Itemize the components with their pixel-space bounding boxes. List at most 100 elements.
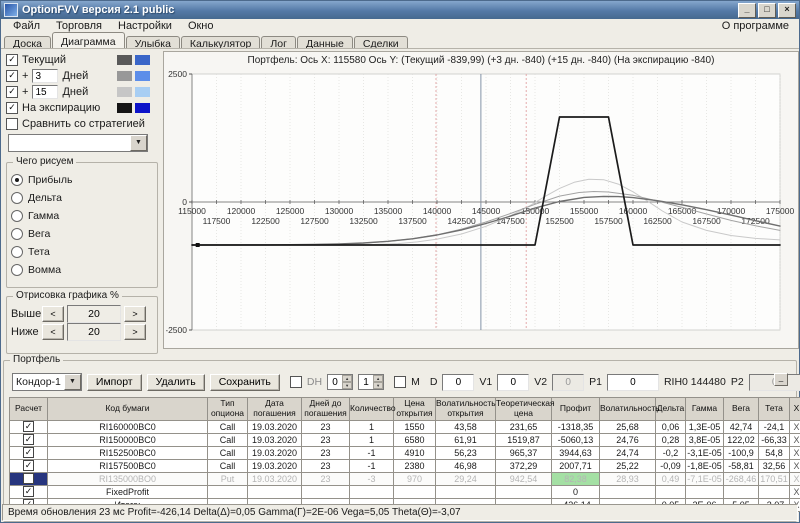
svg-text:140000: 140000 [423,206,452,216]
dh-spinner-1-value[interactable] [328,375,343,389]
position-cell [655,484,686,499]
v1-input[interactable] [497,373,530,391]
collapse-button[interactable]: _ [774,373,788,386]
column-header: Теоретическая цена [495,397,555,421]
row-close-button[interactable]: X [789,419,800,434]
compare-row: Сравнить со стратегией [6,116,158,132]
position-cell: -1 [349,458,394,473]
svg-text:115000: 115000 [178,206,206,216]
dh-spinner-2[interactable] [358,374,385,390]
position-cell: 231,65 [495,419,552,434]
p1-input[interactable] [606,373,659,391]
plus15-checkbox[interactable]: ✓ [6,86,18,98]
chevron-down-icon[interactable]: ▼ [130,135,147,151]
profit-cell: -1318,35 [551,419,600,434]
compare-strategy-checkbox[interactable] [6,118,18,130]
position-cell: 19.03.2020 [247,445,302,460]
minimize-button[interactable]: _ [738,2,756,18]
position-cell [685,484,724,499]
row-calc-checkbox[interactable]: ✓ [23,421,34,433]
render-groupbox: Отрисовка графика % Выше < > Ниже < > [6,290,158,354]
position-cell: 965,37 [495,445,552,460]
delete-button[interactable]: Удалить [146,373,205,391]
column-header: Расчет [9,397,48,421]
spinner-arrows-icon[interactable] [342,375,353,389]
d-input[interactable] [442,373,475,391]
position-cell: 61,91 [435,432,496,447]
below-decrease-button[interactable]: < [42,324,64,340]
above-increase-button[interactable]: > [124,306,146,322]
portfolio-select[interactable]: Кондор-1 ▼ [12,373,82,391]
profit-chart[interactable]: 25000-2500115000 120000 125000 130000 135000… [166,68,796,344]
import-button[interactable]: Импорт [86,373,142,391]
draw-option-radio[interactable] [11,246,23,258]
draw-option-label: Прибыль [28,174,73,186]
strategy-select[interactable]: ▼ [8,134,148,152]
plus3-days-input[interactable] [32,69,59,83]
position-cell: Put [207,471,248,486]
svg-text:147500: 147500 [496,216,525,226]
draw-option-row: Вомма [11,261,153,279]
portfolio-select-value: Кондор-1 [16,376,61,388]
current-checkbox[interactable]: ✓ [6,54,18,66]
v2-input[interactable] [552,373,585,391]
position-row: ✓ RI157500BC0 Call 19.03.2020 23 -1 2380 46,98 3… [9,458,800,473]
positions-head-row: Расчет Код бумаги Тип опциона Дата погашения Д… [9,397,800,421]
row-close-button[interactable]: X [789,445,800,460]
above-decrease-button[interactable]: < [42,306,64,322]
draw-options: Прибыль Дельта Гамма Вега Тета Вомма [11,171,153,279]
menu-item[interactable]: Настройки [110,20,180,32]
row-close-button[interactable]: X [789,484,800,499]
v2-label: V2 [534,376,548,388]
row-calc-checkbox[interactable]: ✓ [23,486,34,498]
row-calc-checkbox[interactable]: ✓ [23,434,34,446]
save-button[interactable]: Сохранить [209,373,280,391]
row-close-button[interactable]: X [789,458,800,473]
close-button[interactable]: × [778,2,796,18]
expiration-checkbox[interactable]: ✓ [6,102,18,114]
row-close-button[interactable]: X [789,471,800,486]
draw-option-radio[interactable] [11,174,23,186]
draw-option-radio[interactable] [11,264,23,276]
m-checkbox[interactable] [394,376,407,388]
menu-item[interactable]: Торговля [48,20,110,32]
chevron-down-icon[interactable]: ▼ [63,374,81,390]
below-increase-button[interactable]: > [124,324,146,340]
column-header: Вега [723,397,759,421]
row-close-button[interactable]: X [789,432,800,447]
portfolio-group-title: Портфель [10,354,64,365]
position-cell: -24,1 [758,419,790,434]
profit-cell: 82,38 [551,471,600,486]
maximize-button[interactable]: □ [758,2,776,18]
below-percent-input[interactable] [67,323,121,341]
plus15-days-input[interactable] [32,85,59,99]
draw-option-radio[interactable] [11,192,23,204]
position-cell: 23 [301,471,350,486]
spinner-arrows-icon[interactable] [373,375,384,389]
render-below-row: Ниже < > [11,323,153,341]
dh-checkbox[interactable] [289,376,302,388]
position-cell: 1519,87 [495,432,552,447]
svg-text:155000: 155000 [570,206,599,216]
chart-panel: Портфель: Ось X: 115580 Ось Y: (Текущий … [163,51,799,349]
series-row-plus3: ✓ + Дней [6,68,158,84]
row-calc-checkbox[interactable] [23,473,34,485]
plus3-color-swatch-1 [117,71,132,81]
dh-spinner-2-value[interactable] [359,375,374,389]
dh-spinner-1[interactable] [327,374,354,390]
menu-bar: Файл Торговля Настройки Окно О программе [1,19,799,32]
plus3-checkbox[interactable]: ✓ [6,70,18,82]
row-calc-checkbox[interactable]: ✓ [23,447,34,459]
row-calc-checkbox[interactable]: ✓ [23,460,34,472]
position-cell: RI157500BC0 [47,458,208,473]
position-cell: 29,24 [435,471,496,486]
draw-option-radio[interactable] [11,210,23,222]
menu-item[interactable]: Файл [5,20,48,32]
menu-about[interactable]: О программе [716,20,795,32]
position-cell: 1 [349,432,394,447]
menu-item[interactable]: Окно [180,20,222,32]
plus15-color-swatch-1 [117,87,132,97]
above-percent-input[interactable] [67,305,121,323]
draw-option-radio[interactable] [11,228,23,240]
position-cell: -0,09 [655,458,686,473]
